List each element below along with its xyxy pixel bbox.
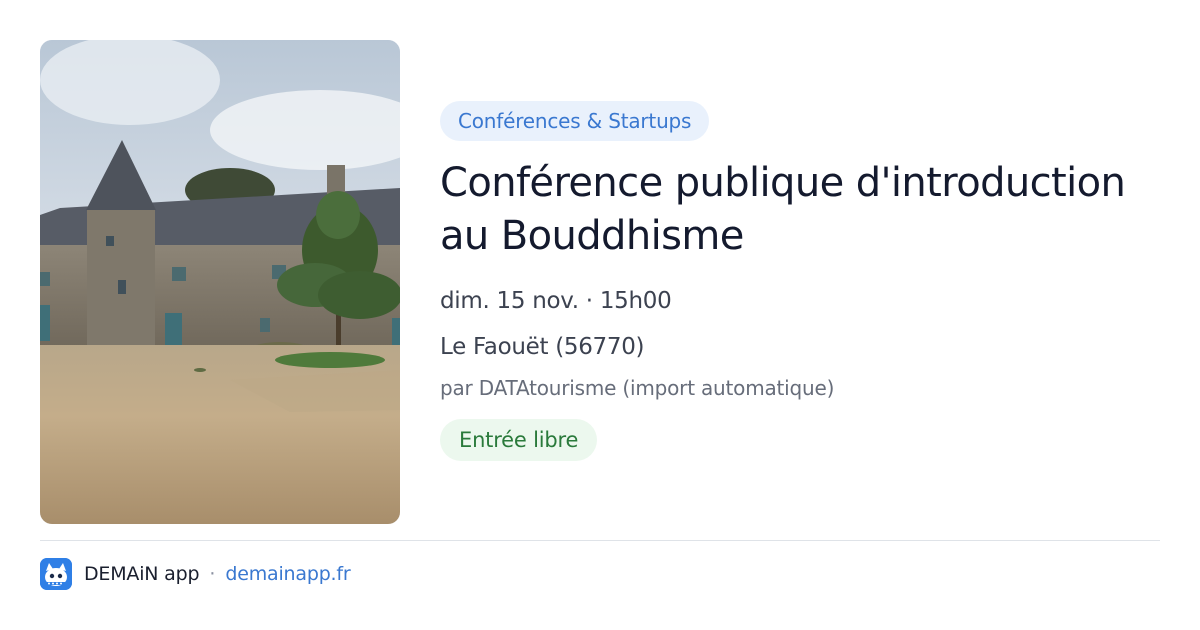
event-organizer: par DATAtourisme (import automatique) — [440, 376, 835, 400]
app-name: DEMAiN app — [84, 563, 200, 585]
event-details: Conférences & Startups Conférence publiq… — [440, 101, 1160, 461]
event-image — [40, 40, 400, 524]
footer-divider — [40, 540, 1160, 541]
footer: DEMAiN app · demainapp.fr — [40, 558, 351, 590]
event-location: Le Faouët (56770) — [440, 334, 645, 360]
event-title: Conférence publique d'introduction au Bo… — [440, 160, 1126, 259]
app-domain-link[interactable]: demainapp.fr — [225, 563, 350, 585]
event-date: dim. 15 nov. · 15h00 — [440, 288, 672, 314]
demain-app-logo-icon — [40, 558, 72, 590]
footer-separator: · — [209, 563, 216, 585]
price-badge: Entrée libre — [440, 419, 598, 461]
category-badge[interactable]: Conférences & Startups — [440, 101, 710, 141]
